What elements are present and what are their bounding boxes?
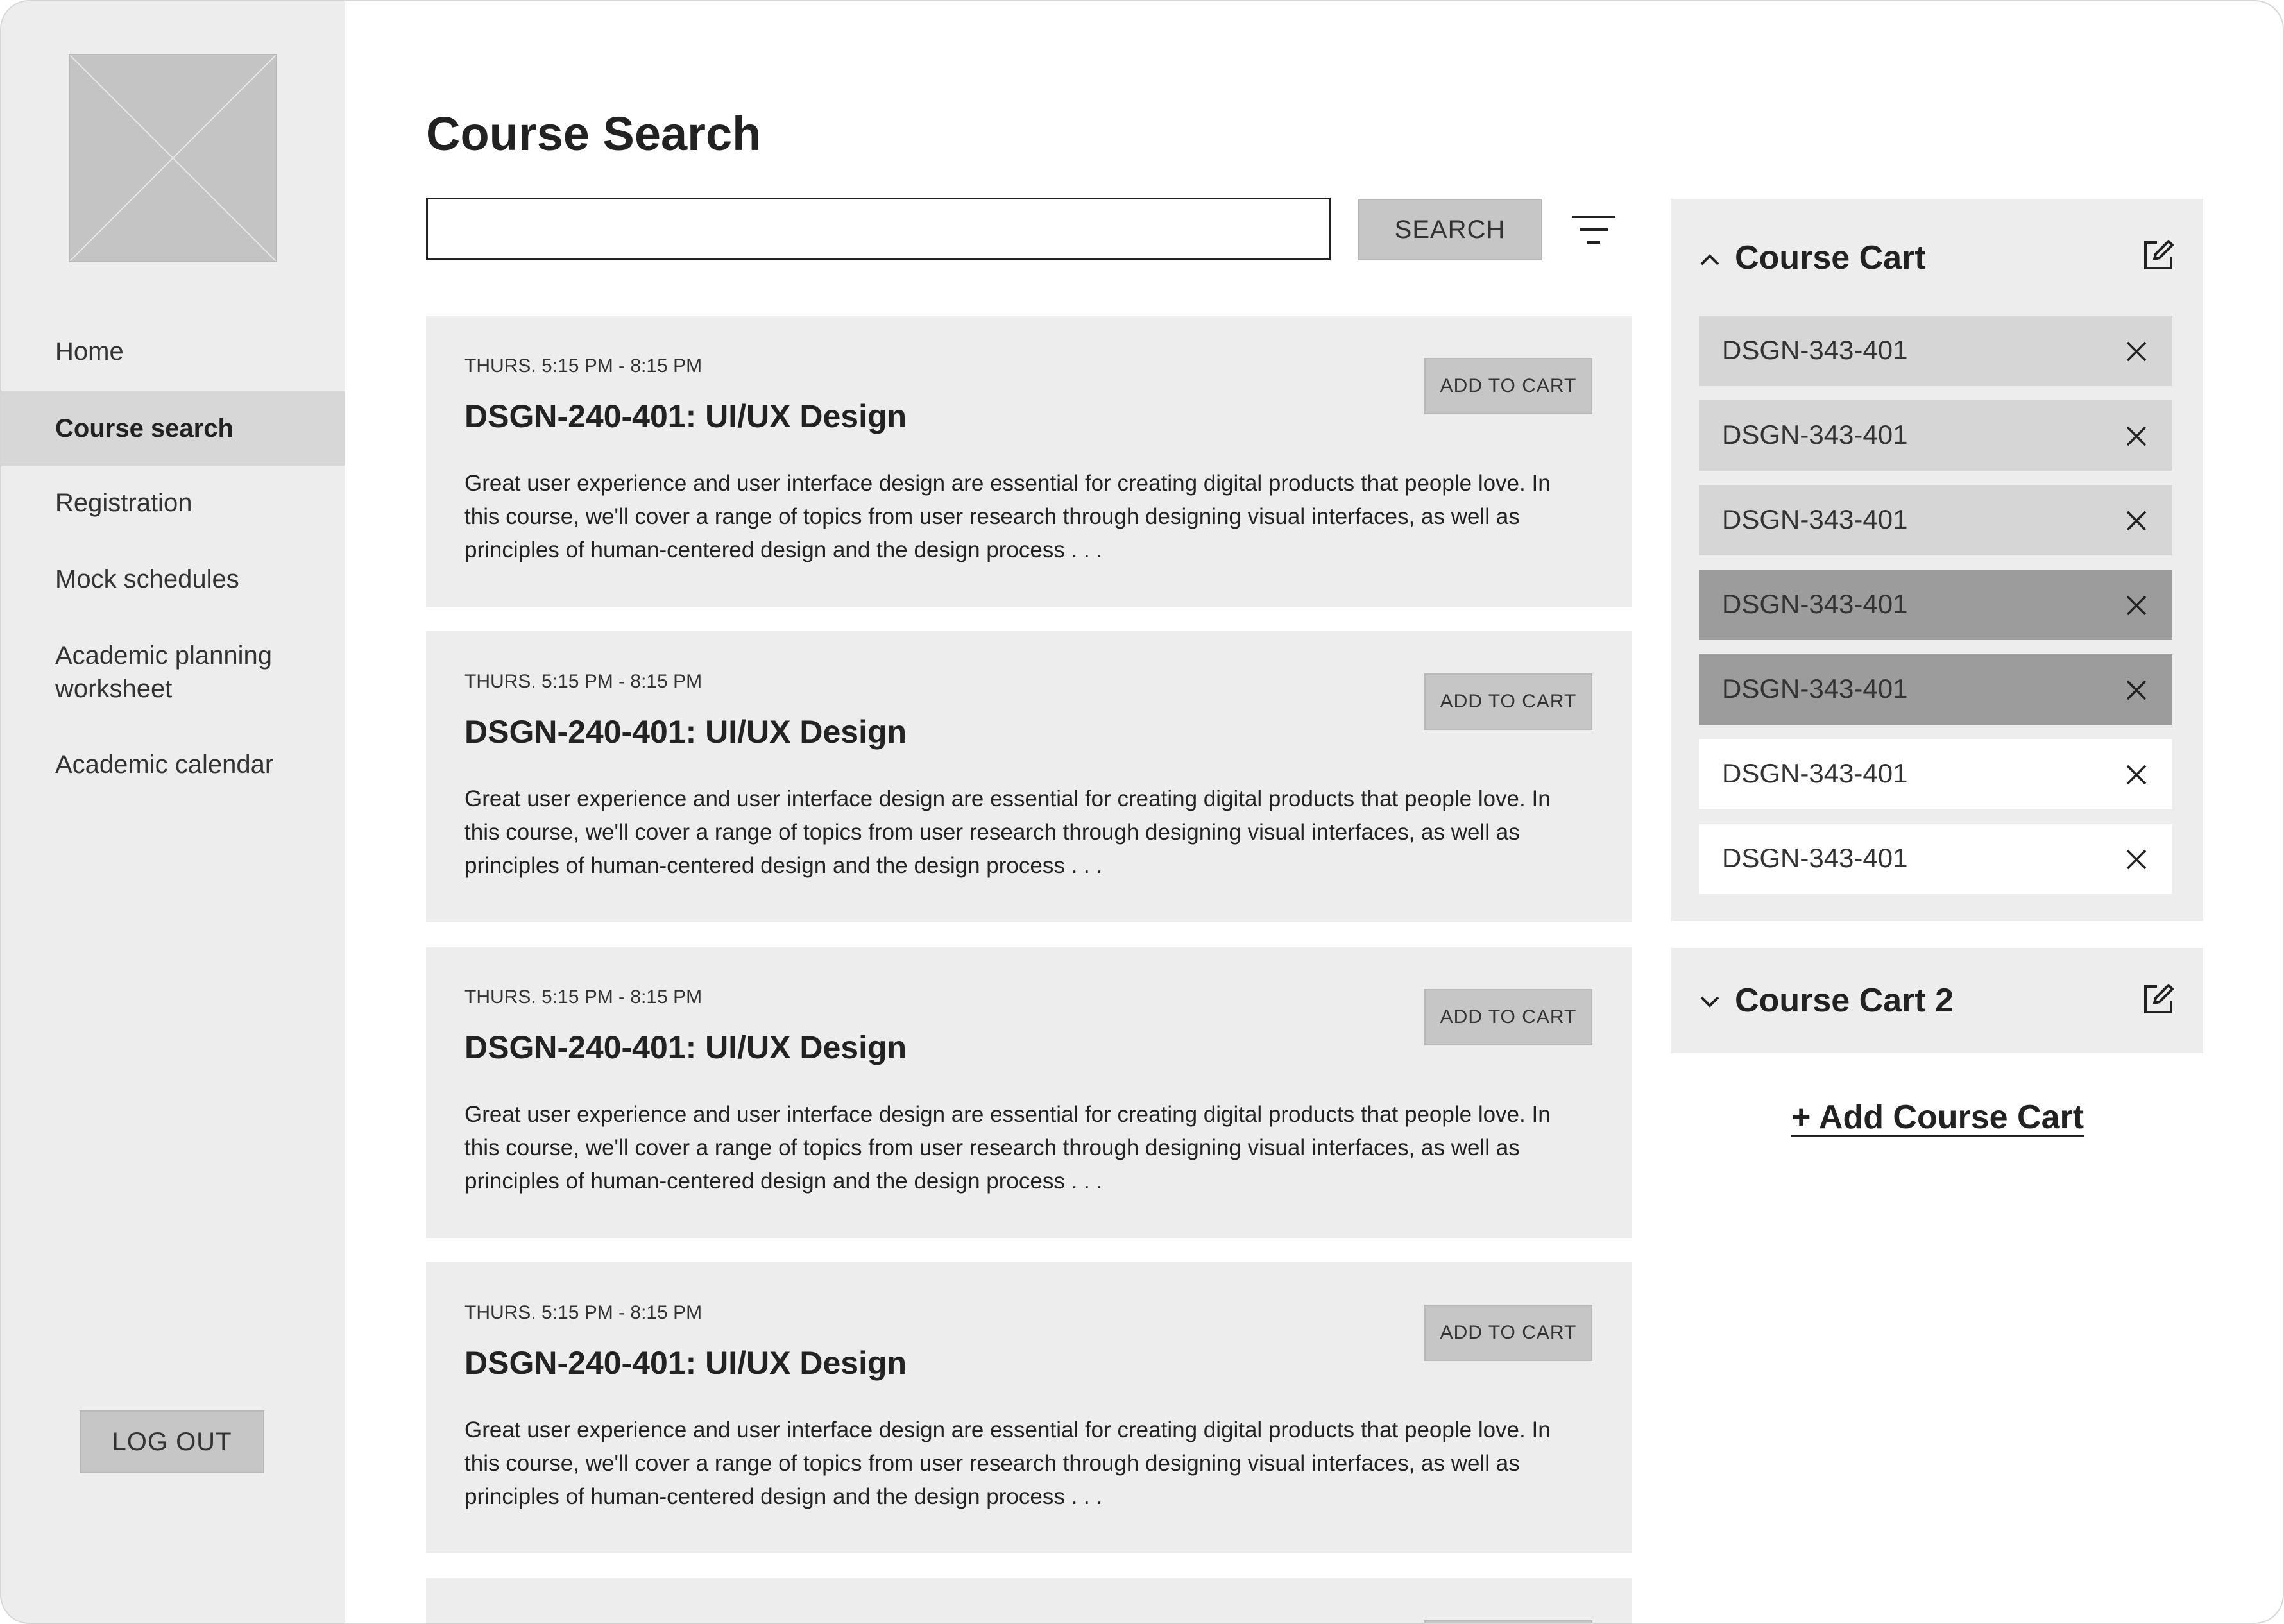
cart-item[interactable]: DSGN-343-401 (1699, 485, 2172, 555)
course-time: THURS. 5:15 PM - 8:15 PM (464, 355, 703, 376)
sidebar-item-academic-calendar[interactable]: Academic calendar (1, 748, 345, 781)
sidebar-item-mock-schedules[interactable]: Mock schedules (1, 562, 345, 596)
course-card: THURS. 5:15 PM - 8:15 PM DSGN-240-401: U… (426, 1262, 1632, 1553)
course-card: THURS. 5:15 PM - 8:15 PM DSGN-240-401: U… (426, 316, 1632, 607)
cart-item-label: DSGN-343-401 (1722, 504, 1908, 534)
cart-item[interactable]: DSGN-343-401 (1699, 739, 2172, 809)
course-title: DSGN-240-401: UI/UX Design (464, 398, 907, 434)
course-cart-title: Course Cart (1735, 239, 1926, 276)
course-time: THURS. 5:15 PM - 8:15 PM (464, 671, 703, 692)
sidebar-item-academic-planning-worksheet[interactable]: Academic planning worksheet (1, 639, 345, 706)
close-icon[interactable] (2124, 508, 2149, 534)
course-cart-panel: Course Cart DSGN-343-401 DSGN-343-401 DS… (1671, 199, 2203, 921)
course-cart-2-title: Course Cart 2 (1735, 982, 1954, 1019)
app-window: Home Course search Registration Mock sch… (0, 0, 2284, 1624)
sidebar: Home Course search Registration Mock sch… (1, 1, 345, 1623)
cart-item-label: DSGN-343-401 (1722, 843, 1908, 873)
course-title: DSGN-240-401: UI/UX Design (464, 714, 907, 750)
edit-icon[interactable] (2140, 237, 2176, 273)
close-icon[interactable] (2124, 847, 2149, 872)
chevron-up-icon[interactable] (1699, 249, 1721, 271)
cart-item-label: DSGN-343-401 (1722, 758, 1908, 788)
cart-item-label: DSGN-343-401 (1722, 673, 1908, 704)
sidebar-item-home[interactable]: Home (1, 335, 345, 368)
search-button[interactable]: SEARCH (1358, 199, 1542, 260)
course-description: Great user experience and user interface… (464, 786, 1551, 878)
course-card: THURS. 5:15 PM - 8:15 PM DSGN-240-401: U… (426, 631, 1632, 922)
course-description: Great user experience and user interface… (464, 1102, 1551, 1194)
logout-button[interactable]: LOG OUT (80, 1410, 264, 1473)
close-icon[interactable] (2124, 677, 2149, 703)
course-cart-header[interactable]: Course Cart (1671, 235, 2203, 283)
course-title: DSGN-240-401: UI/UX Design (464, 1029, 907, 1065)
add-to-cart-button[interactable]: ADD TO CART (1424, 673, 1592, 730)
course-card: THURS. 5:15 PM - 8:15 PM DSGN-240-401: U… (426, 947, 1632, 1238)
course-title: DSGN-240-401: UI/UX Design (464, 1345, 907, 1381)
edit-icon[interactable] (2140, 981, 2176, 1017)
close-icon[interactable] (2124, 423, 2149, 449)
close-icon[interactable] (2124, 762, 2149, 788)
cart-item[interactable]: DSGN-343-401 (1699, 570, 2172, 640)
course-cart-2-panel[interactable]: Course Cart 2 (1671, 948, 2203, 1053)
add-to-cart-button[interactable] (1424, 1620, 1592, 1623)
course-description: Great user experience and user interface… (464, 1417, 1551, 1509)
add-to-cart-button[interactable]: ADD TO CART (1424, 1305, 1592, 1361)
logo-placeholder-icon (69, 54, 277, 262)
cart-item[interactable]: DSGN-343-401 (1699, 654, 2172, 725)
cart-item[interactable]: DSGN-343-401 (1699, 316, 2172, 386)
course-time: THURS. 5:15 PM - 8:15 PM (464, 986, 703, 1008)
cart-item[interactable]: DSGN-343-401 (1699, 824, 2172, 894)
filter-icon[interactable] (1571, 214, 1617, 246)
course-card (426, 1578, 1632, 1623)
close-icon[interactable] (2124, 339, 2149, 364)
chevron-down-icon[interactable] (1699, 990, 1721, 1012)
sidebar-item-registration[interactable]: Registration (1, 486, 345, 520)
cart-item[interactable]: DSGN-343-401 (1699, 400, 2172, 471)
close-icon[interactable] (2124, 593, 2149, 618)
search-input[interactable] (426, 198, 1331, 260)
sidebar-item-course-search[interactable]: Course search (1, 391, 345, 466)
cart-item-label: DSGN-343-401 (1722, 419, 1908, 450)
cart-item-label: DSGN-343-401 (1722, 589, 1908, 619)
add-to-cart-button[interactable]: ADD TO CART (1424, 358, 1592, 414)
add-to-cart-button[interactable]: ADD TO CART (1424, 989, 1592, 1045)
add-course-cart-link[interactable]: + Add Course Cart (1791, 1098, 2084, 1137)
cart-item-label: DSGN-343-401 (1722, 335, 1908, 365)
course-time: THURS. 5:15 PM - 8:15 PM (464, 1302, 703, 1323)
course-description: Great user experience and user interface… (464, 471, 1551, 562)
page-title: Course Search (426, 107, 762, 160)
